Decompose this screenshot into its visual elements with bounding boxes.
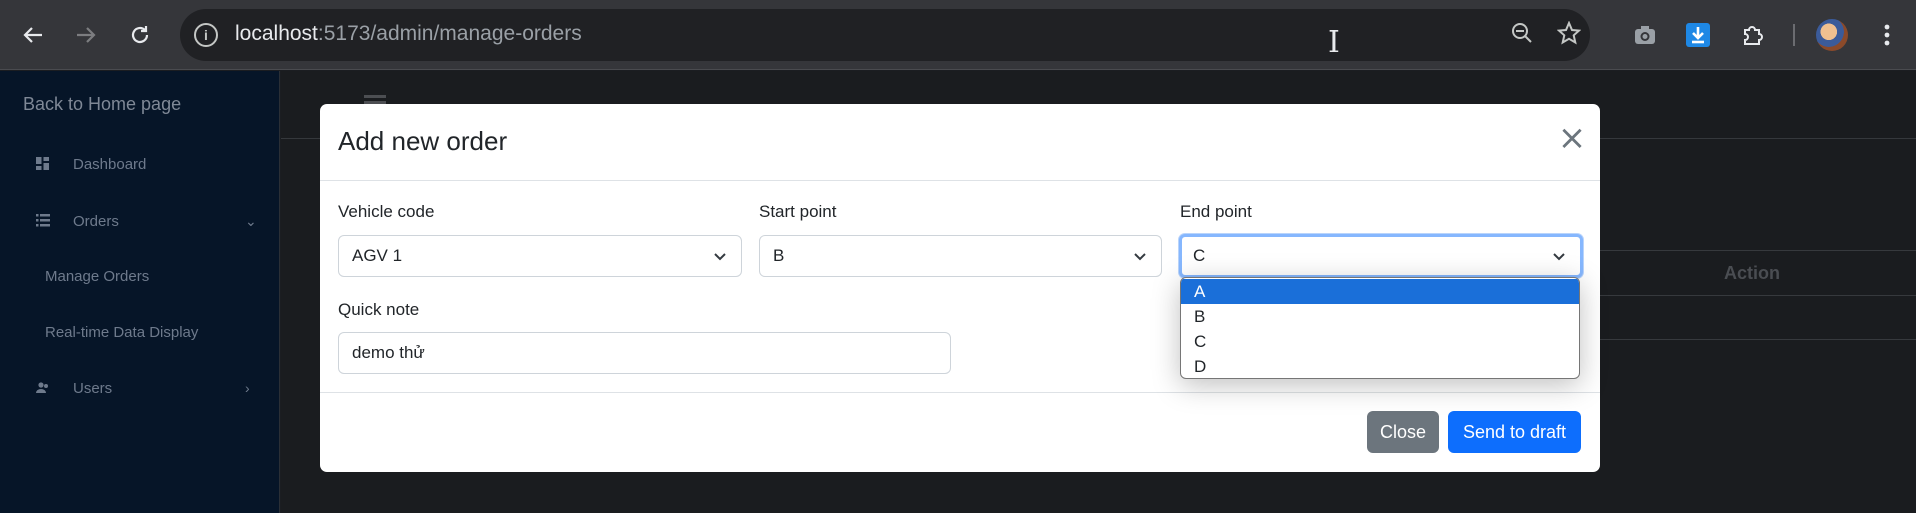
- sidebar-item-label: Dashboard: [73, 156, 147, 173]
- extensions-puzzle-icon[interactable]: [1736, 18, 1770, 52]
- sidebar-subitem-manage-orders[interactable]: Manage Orders: [45, 268, 149, 285]
- modal-header-divider: [320, 180, 1600, 181]
- profile-avatar[interactable]: [1816, 19, 1848, 51]
- option-c[interactable]: C: [1181, 329, 1579, 354]
- bookmark-star-icon[interactable]: [1555, 20, 1583, 49]
- toolbar-separator: [1793, 24, 1795, 46]
- browser-toolbar: i localhost:5173/admin/manage-orders I: [0, 0, 1916, 70]
- dashboard-icon: [36, 157, 50, 171]
- end-point-value: C: [1193, 246, 1206, 265]
- start-point-label: Start point: [759, 202, 837, 221]
- vehicle-code-value: AGV 1: [352, 246, 403, 265]
- sidebar: Back to Home page Dashboard Orders ⌄ Man…: [0, 71, 280, 513]
- end-point-label: End point: [1180, 202, 1252, 221]
- site-info-icon[interactable]: i: [194, 23, 218, 47]
- option-a[interactable]: A: [1181, 279, 1579, 304]
- back-arrow-icon[interactable]: [15, 17, 51, 53]
- table-divider: [1599, 250, 1916, 251]
- reload-icon[interactable]: [122, 17, 158, 53]
- start-point-value: B: [773, 246, 785, 265]
- start-point-select[interactable]: B: [759, 235, 1162, 277]
- url-text[interactable]: localhost:5173/admin/manage-orders: [235, 22, 582, 46]
- quick-note-input[interactable]: demo thử: [338, 332, 951, 374]
- chevron-down-icon: [1134, 253, 1146, 261]
- table-divider: [1599, 339, 1916, 340]
- hamburger-menu-icon[interactable]: [364, 95, 386, 98]
- send-to-draft-button[interactable]: Send to draft: [1448, 411, 1581, 453]
- close-icon[interactable]: ×: [1557, 121, 1587, 155]
- sidebar-item-label: Users: [73, 380, 113, 397]
- sidebar-item-dashboard[interactable]: Dashboard: [0, 150, 280, 182]
- quick-note-value: demo thử: [352, 343, 425, 362]
- sidebar-item-orders[interactable]: Orders ⌄: [0, 207, 280, 239]
- chevron-right-icon: ›: [245, 380, 250, 396]
- text-cursor-icon: I: [1328, 25, 1340, 60]
- quick-note-label: Quick note: [338, 300, 420, 319]
- modal-footer-divider: [320, 392, 1600, 393]
- sidebar-subitem-realtime-data[interactable]: Real-time Data Display: [45, 324, 198, 341]
- back-to-home-link[interactable]: Back to Home page: [23, 94, 181, 115]
- option-d[interactable]: D: [1181, 354, 1579, 378]
- address-bar[interactable]: i localhost:5173/admin/manage-orders: [180, 9, 1590, 61]
- camera-icon[interactable]: [1628, 18, 1662, 52]
- forward-arrow-icon[interactable]: [68, 17, 104, 53]
- table-header-action: Action: [1724, 263, 1780, 283]
- sidebar-item-users[interactable]: Users ›: [0, 374, 280, 406]
- list-icon: [36, 214, 50, 228]
- end-point-select[interactable]: C: [1179, 234, 1583, 278]
- sidebar-item-label: Orders: [73, 213, 119, 230]
- download-icon[interactable]: [1681, 18, 1715, 52]
- option-b[interactable]: B: [1181, 304, 1579, 329]
- zoom-out-icon[interactable]: [1508, 21, 1536, 49]
- table-divider: [1599, 295, 1916, 296]
- menu-dots-icon[interactable]: [1870, 18, 1904, 52]
- chevron-down-icon: ⌄: [245, 213, 257, 229]
- users-icon: [36, 381, 50, 395]
- chevron-down-icon: [1553, 253, 1565, 261]
- end-point-options-list: A B C D: [1180, 277, 1580, 379]
- chevron-down-icon: [714, 253, 726, 261]
- vehicle-code-label: Vehicle code: [338, 202, 435, 221]
- vehicle-code-select[interactable]: AGV 1: [338, 235, 742, 277]
- modal-title: Add new order: [338, 126, 508, 156]
- close-button[interactable]: Close: [1367, 411, 1439, 453]
